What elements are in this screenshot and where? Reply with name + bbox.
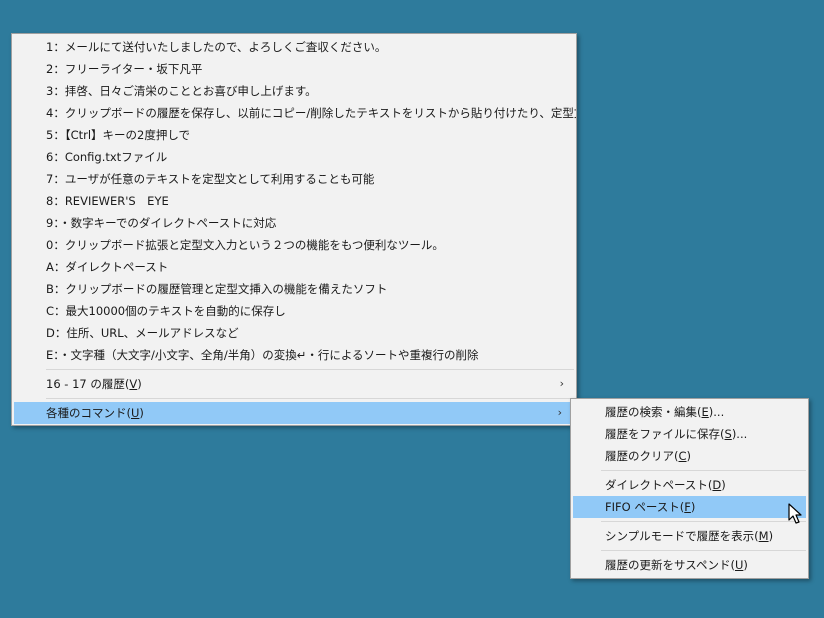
history-item-5[interactable]: 5：【Ctrl】キーの2度押しで xyxy=(12,124,576,146)
history-item-label: 5：【Ctrl】キーの2度押しで xyxy=(46,128,190,142)
commands-label: 各種のコマンド(U) xyxy=(46,406,144,420)
desktop: 1：メールにて送付いたしましたので、よろしくご査収ください。 2：フリーライター… xyxy=(0,0,824,618)
history-item-label: 0：クリップボード拡張と定型文入力という２つの機能をもつ便利なツール。 xyxy=(46,238,444,252)
history-item-3[interactable]: 3：拝啓、日々ご清栄のこととお喜び申し上げます。 xyxy=(12,80,576,102)
fifo-paste-item[interactable]: FIFO ペースト(F) xyxy=(573,496,806,518)
history-item-label: C：最大10000個のテキストを自動的に保存し xyxy=(46,304,286,318)
commands-submenu[interactable]: 各種のコマンド(U) › xyxy=(14,402,574,424)
history-item-c[interactable]: C：最大10000個のテキストを自動的に保存し xyxy=(12,300,576,322)
history-item-1[interactable]: 1：メールにて送付いたしましたので、よろしくご査収ください。 xyxy=(12,36,576,58)
save-history-to-file-item[interactable]: 履歴をファイルに保存(S)... xyxy=(571,423,808,445)
history-item-label: 9：・数字キーでのダイレクトペーストに対応 xyxy=(46,216,277,230)
history-item-b[interactable]: B：クリップボードの履歴管理と定型文挿入の機能を備えたソフト xyxy=(12,278,576,300)
menu-separator xyxy=(601,470,806,471)
menu-separator xyxy=(601,550,806,551)
history-item-a[interactable]: A：ダイレクトペースト xyxy=(12,256,576,278)
history-item-2[interactable]: 2：フリーライター・坂下凡平 xyxy=(12,58,576,80)
history-item-label: 6：Config.txtファイル xyxy=(46,150,168,164)
suspend-history-update-item[interactable]: 履歴の更新をサスペンド(U) xyxy=(571,554,808,576)
clear-history-item[interactable]: 履歴のクリア(C) xyxy=(571,445,808,467)
history-item-label: 3：拝啓、日々ご清栄のこととお喜び申し上げます。 xyxy=(46,84,317,98)
history-item-label: 2：フリーライター・坂下凡平 xyxy=(46,62,203,76)
clipboard-history-menu: 1：メールにて送付いたしましたので、よろしくご査収ください。 2：フリーライター… xyxy=(11,33,577,426)
chevron-right-icon: › xyxy=(559,377,564,390)
history-item-label: A：ダイレクトペースト xyxy=(46,260,169,274)
history-item-label: B：クリップボードの履歴管理と定型文挿入の機能を備えたソフト xyxy=(46,282,388,296)
history-item-label: E：・文字種（大文字/小文字、全角/半角）の変換↵・行によるソートや重複行の削除 xyxy=(46,348,479,362)
history-item-7[interactable]: 7：ユーザが任意のテキストを定型文として利用することも可能 xyxy=(12,168,576,190)
chevron-right-icon: › xyxy=(557,406,562,419)
history-item-e[interactable]: E：・文字種（大文字/小文字、全角/半角）の変換↵・行によるソートや重複行の削除 xyxy=(12,344,576,366)
simple-mode-item[interactable]: シンプルモードで履歴を表示(M) xyxy=(571,525,808,547)
history-item-label: 7：ユーザが任意のテキストを定型文として利用することも可能 xyxy=(46,172,375,186)
history-item-label: 4：クリップボードの履歴を保存し、以前にコピー/削除したテキストをリストから貼り… xyxy=(46,106,576,120)
history-item-0[interactable]: 0：クリップボード拡張と定型文入力という２つの機能をもつ便利なツール。 xyxy=(12,234,576,256)
older-history-submenu[interactable]: 16 - 17 の履歴(V) › xyxy=(12,373,576,395)
history-item-6[interactable]: 6：Config.txtファイル xyxy=(12,146,576,168)
commands-menu: 履歴の検索・編集(E)... 履歴をファイルに保存(S)... 履歴のクリア(C… xyxy=(570,398,809,579)
history-item-d[interactable]: D：住所、URL、メールアドレスなど xyxy=(12,322,576,344)
search-edit-history-item[interactable]: 履歴の検索・編集(E)... xyxy=(571,401,808,423)
history-item-4[interactable]: 4：クリップボードの履歴を保存し、以前にコピー/削除したテキストをリストから貼り… xyxy=(12,102,576,124)
menu-separator xyxy=(46,398,574,399)
direct-paste-item[interactable]: ダイレクトペースト(D) xyxy=(571,474,808,496)
history-item-9[interactable]: 9：・数字キーでのダイレクトペーストに対応 xyxy=(12,212,576,234)
arrow-pointer-icon xyxy=(788,503,802,524)
menu-separator xyxy=(601,521,806,522)
history-item-label: 8：REVIEWER'S EYE xyxy=(46,194,169,208)
history-item-8[interactable]: 8：REVIEWER'S EYE xyxy=(12,190,576,212)
history-item-label: D：住所、URL、メールアドレスなど xyxy=(46,326,239,340)
older-history-label: 16 - 17 の履歴(V) xyxy=(46,377,142,391)
history-item-label: 1：メールにて送付いたしましたので、よろしくご査収ください。 xyxy=(46,40,387,54)
menu-separator xyxy=(46,369,574,370)
